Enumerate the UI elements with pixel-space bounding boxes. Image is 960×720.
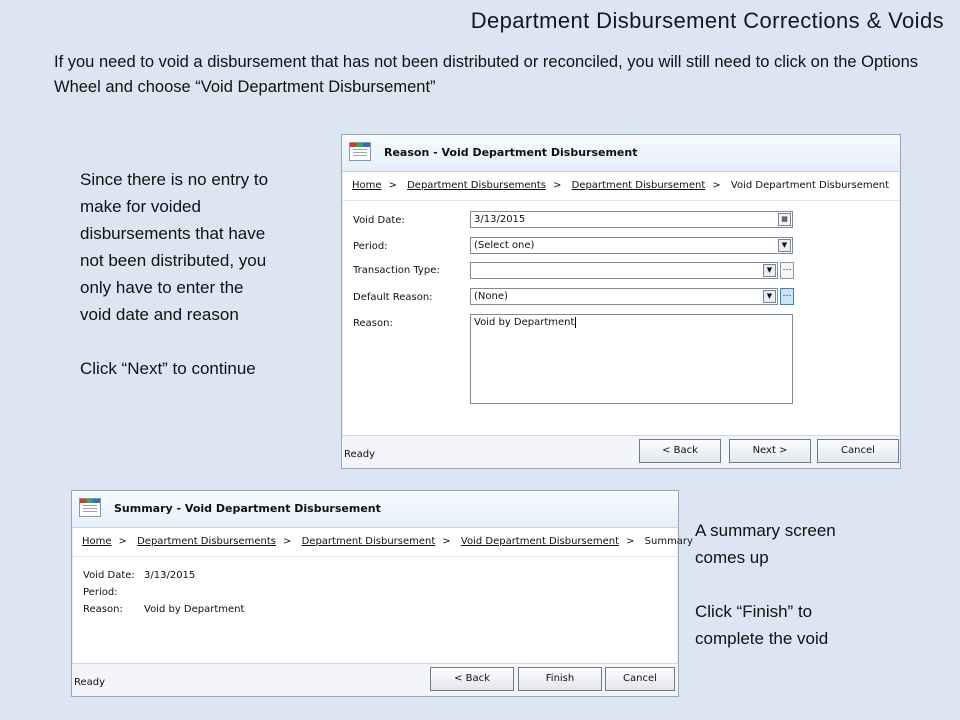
back-button[interactable]: < Back xyxy=(639,439,721,463)
summary-dialog-title: Summary - Void Department Disbursement xyxy=(114,502,381,515)
period-label: Period: xyxy=(353,241,388,252)
instruction-line: comes up xyxy=(695,548,769,567)
instruction-line: disbursements that have xyxy=(80,224,266,243)
back-button[interactable]: < Back xyxy=(430,667,514,691)
breadcrumb-department-disbursement[interactable]: Department Disbursement xyxy=(302,536,436,547)
reason-textarea[interactable]: Void by Department xyxy=(470,314,793,404)
reason-label: Reason: xyxy=(353,318,393,329)
finish-button[interactable]: Finish xyxy=(518,667,602,691)
instruction-line: A summary screen xyxy=(695,521,836,540)
app-icon xyxy=(79,498,101,517)
instruction-action: Click “Finish” to xyxy=(695,602,813,621)
instruction-line: only have to enter the xyxy=(80,278,244,297)
instruction-action: Click “Next” to continue xyxy=(80,359,256,378)
breadcrumb-department-disbursements[interactable]: Department Disbursements xyxy=(137,536,276,547)
summary-reason-label: Reason: xyxy=(83,604,123,615)
app-icon xyxy=(349,142,371,161)
left-instructions: Since there is no entry to make for void… xyxy=(80,166,268,382)
void-date-label: Void Date: xyxy=(353,215,405,226)
breadcrumb-current: Summary xyxy=(644,536,693,547)
void-date-value: 3/13/2015 xyxy=(474,214,526,225)
summary-reason-row: Reason: Void by Department xyxy=(83,604,244,615)
chevron-down-icon[interactable]: ▼ xyxy=(763,264,776,277)
reason-dialog-titlebar: Reason - Void Department Disbursement xyxy=(342,135,900,172)
period-value: (Select one) xyxy=(474,240,535,251)
summary-void-date-row: Void Date: 3/13/2015 xyxy=(83,570,195,581)
breadcrumb-department-disbursements[interactable]: Department Disbursements xyxy=(407,180,546,191)
right-instructions: A summary screen comes up Click “Finish”… xyxy=(695,517,836,652)
breadcrumb: Home > Department Disbursements > Departme… xyxy=(342,172,900,201)
breadcrumb: Home > Department Disbursements > Departme… xyxy=(72,528,693,557)
instruction-action: complete the void xyxy=(695,629,829,648)
summary-period-label: Period: xyxy=(83,587,118,598)
transaction-type-select[interactable]: ▼ xyxy=(470,262,778,279)
summary-dialog-footer: Ready < Back Finish Cancel xyxy=(72,663,678,696)
summary-void-date-value: 3/13/2015 xyxy=(144,570,196,581)
breadcrumb-home[interactable]: Home xyxy=(352,180,382,191)
calendar-icon[interactable]: ▦ xyxy=(778,213,791,226)
ellipsis-icon[interactable]: … xyxy=(780,262,794,279)
default-reason-label: Default Reason: xyxy=(353,292,433,303)
cancel-button[interactable]: Cancel xyxy=(817,439,899,463)
default-reason-select[interactable]: (None) ▼ xyxy=(470,288,778,305)
breadcrumb-void-department-disbursement[interactable]: Void Department Disbursement xyxy=(461,536,619,547)
summary-void-date-label: Void Date: xyxy=(83,570,135,581)
transaction-type-label: Transaction Type: xyxy=(353,265,440,276)
instruction-line: Since there is no entry to xyxy=(80,170,269,189)
summary-dialog-titlebar: Summary - Void Department Disbursement xyxy=(72,491,678,528)
reason-dialog: Reason - Void Department Disbursement Ho… xyxy=(341,134,901,469)
reason-dialog-title: Reason - Void Department Disbursement xyxy=(384,146,638,159)
chevron-down-icon[interactable]: ▼ xyxy=(778,239,791,252)
next-button[interactable]: Next > xyxy=(729,439,811,463)
default-reason-value: (None) xyxy=(474,291,508,302)
summary-reason-value: Void by Department xyxy=(144,604,245,615)
summary-dialog: Summary - Void Department Disbursement H… xyxy=(71,490,693,697)
summary-period-row: Period: xyxy=(83,587,144,598)
void-date-field[interactable]: 3/13/2015 ▦ xyxy=(470,211,793,228)
intro-text: If you need to void a disbursement that … xyxy=(54,53,918,96)
reason-dialog-footer: Ready < Back Next > Cancel xyxy=(342,435,900,468)
instruction-line: void date and reason xyxy=(80,305,239,324)
breadcrumb-home[interactable]: Home xyxy=(82,536,112,547)
status-text: Ready xyxy=(344,449,376,460)
breadcrumb-department-disbursement[interactable]: Department Disbursement xyxy=(572,180,706,191)
reason-value: Void by Department xyxy=(474,317,575,328)
period-select[interactable]: (Select one) ▼ xyxy=(470,237,793,254)
ellipsis-icon[interactable]: … xyxy=(780,288,794,305)
cancel-button[interactable]: Cancel xyxy=(605,667,675,691)
slide-title: Department Disbursement Corrections & Vo… xyxy=(470,8,944,33)
breadcrumb-current: Void Department Disbursement xyxy=(730,180,890,191)
status-text: Ready xyxy=(74,677,106,688)
instruction-line: not been distributed, you xyxy=(80,251,267,270)
instruction-line: make for voided xyxy=(80,197,201,216)
chevron-down-icon[interactable]: ▼ xyxy=(763,290,776,303)
